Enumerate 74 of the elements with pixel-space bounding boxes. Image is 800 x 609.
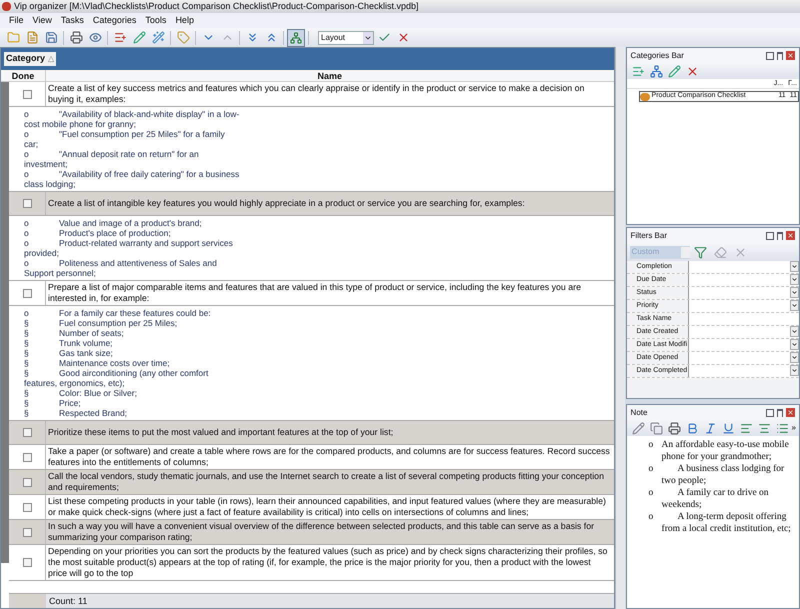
done-checkbox[interactable] [22,90,32,98]
panel-title: Filters Bar [630,230,668,242]
vertical-scrollbar[interactable] [614,47,625,609]
task-name: List these competing products in your table (in rows), learn their announced capabilities, and input featured values (where they are measurable) or make quick check-signs (where just a fact of feature availability is critical) into cells on intersections of columns and lines; [48,496,607,518]
column-header[interactable]: Done [1,70,46,81]
note-line: o "Availability of black-and-white display" in a low-cost mobile phone for granny; [24,109,240,129]
done-checkbox[interactable] [22,558,32,567]
note-line: § Good airconditioning (any other comfort features, ergonomics, etc); [24,368,210,388]
pin-icon[interactable] [777,52,783,60]
bullet-marker: o [648,511,654,524]
menu-item[interactable]: File [9,14,24,28]
task-name: Depending on your priorities you can sort the products by the featured values (such as price) and by check signs characterizing their profiles, so the most suitable product(s) appears at the top of rating (if, for example, the price is the major priority for you, then a product with the lowest price will go to the top [48,546,608,579]
close-icon[interactable] [786,408,795,417]
task-name: In such a way you will have a convenient visual overview of the difference between selected products, and this table can serve as a basis for summarizing your comparison rating; [48,521,596,543]
bullet-marker: o [648,463,654,476]
task-name: Create a list of key success metrics and features which you can clearly appraise or identify in the product or service to make a decision on buying it, examples: [48,83,586,105]
note-line: § Price; [24,398,82,408]
done-checkbox[interactable] [22,478,32,486]
note-line: o For a family car these features could be: [24,308,212,318]
more-button[interactable]: » [792,422,796,434]
task-name: Take a paper (or software) and create a table where rows are for the compared products, and columns are for success features. Record success features into the entitlements of columns; [48,446,611,468]
done-checkbox[interactable] [22,288,32,298]
menu-item[interactable]: Tasks [60,14,84,28]
menu-item[interactable]: View [32,14,52,28]
note-line: § Gas tank size; [24,348,114,358]
close-icon[interactable] [786,51,795,60]
task-name: Prepare a list of major comparable items and features that are valued in this type of product or service, including the key features you are interested in, for example: [48,282,582,304]
note-line: § Fuel consumption per 25 Miles; [24,318,178,328]
done-checkbox[interactable] [22,528,32,536]
note-line: § Respected Brand; [24,408,128,418]
menu-item[interactable]: Categories [92,14,136,28]
panel-title: Note [630,406,648,418]
column-header[interactable]: Name [46,70,614,81]
restore-icon[interactable] [766,232,774,240]
window-title: Vip organizer [M:\Vlad\Checklists\Product Comparison Checklist\Product-Comparison-Checklist.vpdb] [0,0,800,13]
note-text: A family car to drive on weekends; [662,487,770,511]
panel-title: Categories Bar [630,50,685,62]
note-line: o Value and image of a product's brand; [24,218,203,228]
close-icon[interactable] [786,231,795,240]
note-text: A long-term deposit offering from a local credit institution, etc; [662,511,792,535]
task-name: Prioritize these items to put the most valued and important features at the top of your list; [48,427,394,438]
note-line: § Color: Blue or Silver; [24,388,138,398]
tree-icon[interactable] [287,28,305,46]
count-label: Count: 11 [48,595,88,608]
note-line: § Number of seats; [24,328,125,338]
note-line: § Maintenance costs over time; [24,358,171,368]
note-line: o Product-related warranty and support services provided; [24,238,234,258]
note-text: A business class lodging for two people; [662,463,786,487]
note-line: o "Availability of free daily catering" for a business class lodging; [24,169,240,189]
note-line: o Politeness and attentiveness of Sales and Support personnel; [24,258,218,278]
app-icon [2,2,11,11]
note-line: § Trunk volume; [24,338,114,348]
bullet-marker: o [648,487,654,500]
task-name: Create a list of intangible key features you would highly appreciate in a product or service you are searching for, examples: [48,198,525,209]
pin-icon[interactable] [777,408,783,416]
menu-item[interactable]: Tools [145,14,166,28]
note-line: o Product's place of production; [24,228,172,238]
group-by-chip[interactable]: Category △ [4,52,56,66]
pin-icon[interactable] [777,232,783,240]
bullet-marker: o [648,439,654,452]
footer-gutter [9,594,46,608]
done-checkbox[interactable] [22,452,32,462]
done-checkbox[interactable] [22,199,32,208]
sort-icon: △ [48,53,54,65]
done-checkbox[interactable] [22,502,32,512]
note-text: An affordable easy-to-use mobile phone for your grandmother; [662,439,790,463]
note-line: o "Fuel consumption per 25 Miles" for a family car; [24,129,226,149]
done-checkbox[interactable] [22,428,32,437]
note-line: o "Annual deposit rate on return" for an investment; [24,149,200,169]
restore-icon[interactable] [766,408,774,416]
layout-dropdown[interactable]: Layout [318,30,374,44]
menu-item[interactable]: Help [175,14,194,28]
task-name: Call the local vendors, study thematic journals, and use the Internet search to create a list of several competing products fitting your conception and requirements; [48,471,605,493]
restore-icon[interactable] [766,52,774,60]
